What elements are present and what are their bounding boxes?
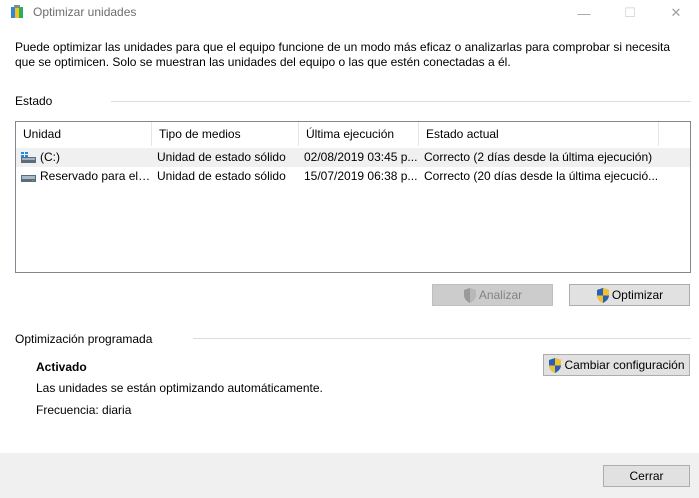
uac-shield-icon (463, 287, 476, 303)
close-button-label: Cerrar (629, 469, 664, 483)
status-cell: Correcto (2 días desde la última ejecuci… (424, 150, 653, 164)
scheduled-frequency: Frecuencia: diaria (36, 403, 132, 417)
close-button[interactable]: Cerrar (603, 465, 690, 487)
scheduled-state: Activado (36, 360, 87, 374)
table-row[interactable]: (C:) Unidad de estado sólido 02/08/2019 … (16, 148, 690, 167)
scheduled-message: Las unidades se están optimizando automá… (36, 381, 323, 395)
change-settings-button[interactable]: Cambiar configuración (543, 354, 690, 376)
last-run-cell: 02/08/2019 03:45 p... (304, 150, 418, 164)
optimize-button[interactable]: Optimizar (569, 284, 690, 306)
uac-shield-icon (549, 357, 562, 373)
uac-shield-icon (596, 287, 609, 303)
column-header-tipo-medios[interactable]: Tipo de medios (152, 122, 299, 146)
list-header: Unidad Tipo de medios Última ejecución E… (16, 122, 690, 146)
windows-drive-icon (21, 152, 36, 163)
status-cell: Correcto (20 días desde la última ejecuc… (424, 169, 659, 183)
close-window-button[interactable]: ✕ (653, 0, 699, 26)
scheduled-section-label: Optimización programada (15, 332, 153, 346)
table-row[interactable]: Reservado para el s... Unidad de estado … (16, 167, 690, 186)
media-type-cell: Unidad de estado sólido (157, 169, 286, 183)
dialog-footer: Cerrar (0, 453, 699, 498)
drives-list[interactable]: Unidad Tipo de medios Última ejecución E… (15, 121, 691, 273)
close-icon: ✕ (670, 5, 682, 20)
description-text: Puede optimizar las unidades para que el… (15, 40, 671, 69)
status-section-divider (111, 101, 691, 102)
column-header-unidad[interactable]: Unidad (16, 122, 152, 146)
window-title: Optimizar unidades (33, 5, 137, 19)
minimize-icon: — (577, 5, 591, 21)
defrag-app-icon (11, 5, 23, 18)
maximize-icon: ☐ (624, 5, 636, 20)
analyze-button-label: Analizar (478, 288, 523, 302)
column-header-estado-actual[interactable]: Estado actual (419, 122, 659, 146)
title-bar: Optimizar unidades — ☐ ✕ (0, 0, 699, 26)
media-type-cell: Unidad de estado sólido (157, 150, 286, 164)
analyze-button[interactable]: Analizar (432, 284, 553, 306)
scheduled-section-divider (193, 338, 691, 339)
maximize-button[interactable]: ☐ (607, 0, 653, 26)
last-run-cell: 15/07/2019 06:38 p... (304, 169, 418, 183)
change-settings-button-label: Cambiar configuración (564, 358, 685, 372)
drive-name-cell: Reservado para el s... (40, 169, 152, 183)
status-section-label: Estado (15, 94, 53, 108)
column-header-ultima-ejecucion[interactable]: Última ejecución (299, 122, 419, 146)
drive-icon (21, 175, 36, 182)
minimize-button[interactable]: — (561, 0, 607, 26)
drive-name-cell: (C:) (40, 150, 60, 164)
optimize-button-label: Optimizar (611, 288, 664, 302)
